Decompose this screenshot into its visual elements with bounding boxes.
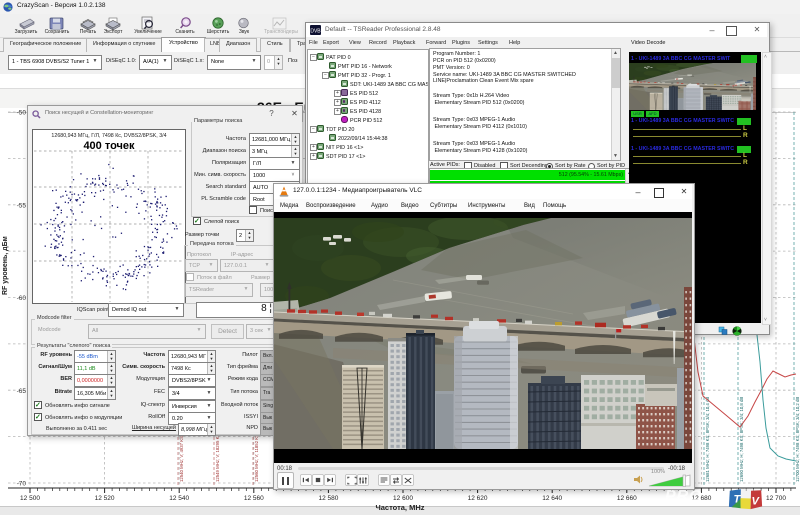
svg-text:12681 MHz; H; 7498 KS; 8PSK; 3: 12681 MHz; H; 7498 KS; 8PSK; 3/4; 10,4 d…: [705, 397, 710, 482]
svg-text:12 520: 12 520: [95, 495, 115, 502]
svg-text:12 500: 12 500: [20, 495, 40, 502]
svg-text:12 640: 12 640: [542, 495, 562, 502]
svg-text:12 620: 12 620: [468, 495, 488, 502]
svg-text:-60: -60: [17, 295, 27, 302]
svg-text:-55: -55: [17, 202, 27, 209]
svg-text:DVB: DVB: [310, 29, 321, 35]
svg-text:-65: -65: [17, 388, 27, 395]
svg-text:12 540: 12 540: [169, 495, 189, 502]
svg-text:-70: -70: [17, 481, 27, 488]
svg-text:12 580: 12 580: [318, 495, 338, 502]
svg-text:RF уровень, дБм: RF уровень, дБм: [2, 236, 9, 295]
svg-text:Частота, MHz: Частота, MHz: [375, 503, 424, 512]
svg-text:12700 MHz; H; 7498 KS; 8PSK; 3: 12700 MHz; H; 7498 KS; 8PSK; 3/4; 10,2 d…: [795, 397, 800, 482]
svg-text:-50: -50: [17, 110, 27, 117]
svg-text:12 660: 12 660: [617, 495, 637, 502]
svg-text:12690 MHz; H; 7498 KS; 8PSK; 3: 12690 MHz; H; 7498 KS; 8PSK; 3/4; 10,8 d…: [739, 397, 744, 482]
svg-text:12 600: 12 600: [393, 495, 413, 502]
svg-text:12 560: 12 560: [244, 495, 264, 502]
